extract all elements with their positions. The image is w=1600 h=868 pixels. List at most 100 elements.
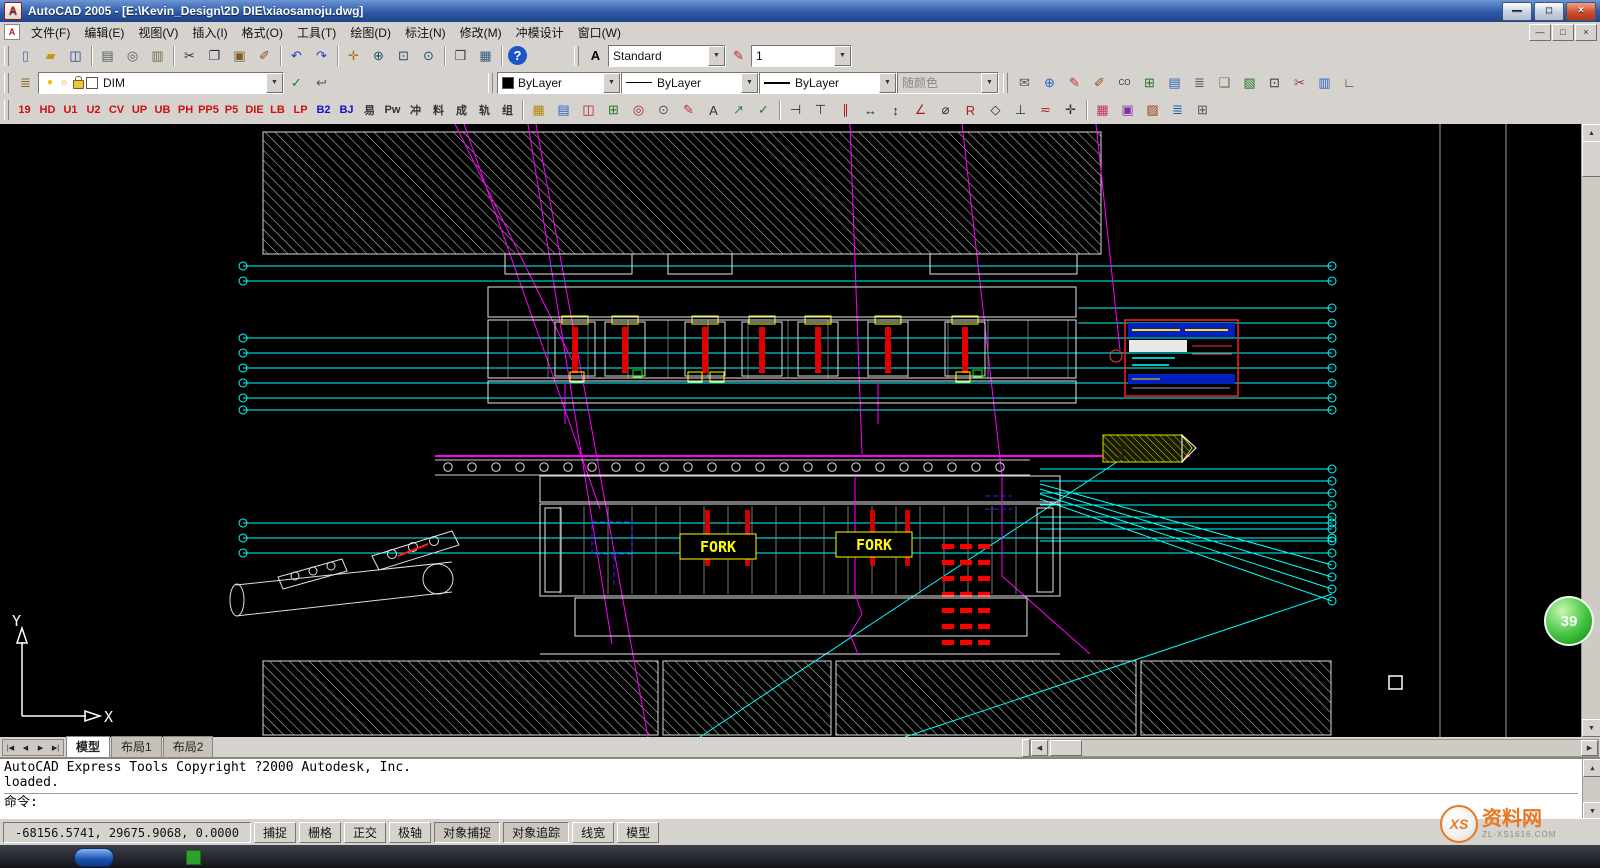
- mdi-restore-button[interactable]: □: [1552, 24, 1574, 41]
- dim-baseline-icon[interactable]: ≂: [1033, 98, 1058, 122]
- die-tool-button[interactable]: UP: [128, 100, 151, 120]
- status-toggle[interactable]: 正交: [344, 822, 386, 843]
- dim-perpendicular-icon[interactable]: ⊥: [1008, 98, 1033, 122]
- strip-layout-icon[interactable]: ▤: [551, 98, 576, 122]
- vertical-scrollbar[interactable]: ▲ ▼: [1581, 124, 1600, 737]
- drawing-canvas[interactable]: FORK FORK: [0, 124, 1582, 737]
- co-icon[interactable]: CO: [1112, 71, 1137, 95]
- die-tool-button[interactable]: 易: [358, 100, 381, 120]
- table2-icon[interactable]: ▦: [1090, 98, 1115, 122]
- command-scroll-up[interactable]: ▲: [1583, 759, 1600, 777]
- scale-combo[interactable]: 1 ▼: [751, 45, 852, 67]
- ucs-dialog-icon[interactable]: ∟: [1337, 71, 1362, 95]
- edit-pencil-icon[interactable]: ✎: [676, 98, 701, 122]
- leader-icon[interactable]: ↗: [726, 98, 751, 122]
- die-tool-button[interactable]: 料: [427, 100, 450, 120]
- hatch-icon[interactable]: ▨: [1140, 98, 1165, 122]
- die-tool-button[interactable]: 成: [450, 100, 473, 120]
- menu-item[interactable]: 视图(V): [131, 22, 185, 43]
- toolbar-grip[interactable]: [574, 46, 579, 66]
- chevron-down-icon[interactable]: ▼: [708, 46, 725, 66]
- designcenter-icon[interactable]: ▦: [473, 44, 498, 68]
- layer2-icon[interactable]: ≣: [1165, 98, 1190, 122]
- sun-icon[interactable]: ☼: [57, 75, 71, 91]
- zoom-realtime-icon[interactable]: ⊕: [366, 44, 391, 68]
- dim-center-icon[interactable]: ◇: [983, 98, 1008, 122]
- linetype-combo[interactable]: ByLayer ▼: [621, 72, 759, 94]
- status-toggle[interactable]: 栅格: [299, 822, 341, 843]
- die-tool-button[interactable]: Pw: [381, 100, 404, 120]
- dim-scale-icon[interactable]: ✎: [726, 44, 751, 68]
- pan-icon[interactable]: ✛: [341, 44, 366, 68]
- die-tool-button[interactable]: 冲: [404, 100, 427, 120]
- tab-nav-button[interactable]: ▶: [33, 740, 48, 755]
- text-tool-icon[interactable]: A: [701, 98, 726, 122]
- layer-previous-icon[interactable]: ↩: [309, 71, 334, 95]
- hyperlink-icon[interactable]: ⊕: [1037, 71, 1062, 95]
- chevron-down-icon[interactable]: ▼: [834, 46, 851, 66]
- zoom-previous-icon[interactable]: ⊙: [416, 44, 441, 68]
- maximize-button[interactable]: □: [1534, 2, 1564, 21]
- bulb-on-icon[interactable]: ●: [43, 75, 57, 91]
- menu-item[interactable]: 绘图(D): [343, 22, 398, 43]
- status-toggle[interactable]: 捕捉: [254, 822, 296, 843]
- start-button[interactable]: [74, 848, 114, 867]
- die-tool-button[interactable]: PH: [174, 100, 197, 120]
- pierce-icon[interactable]: ◎: [626, 98, 651, 122]
- publish-icon[interactable]: ▥: [145, 44, 170, 68]
- die-tool-button[interactable]: 19: [13, 100, 36, 120]
- status-toggle[interactable]: 极轴: [389, 822, 431, 843]
- table-icon[interactable]: ▤: [1162, 71, 1187, 95]
- die-tool-button[interactable]: HD: [36, 100, 59, 120]
- layout-tab-2[interactable]: 布局2: [163, 736, 214, 757]
- tab-nav-button[interactable]: |◀: [3, 740, 18, 755]
- toolbar-grip[interactable]: [1003, 73, 1008, 93]
- block2-icon[interactable]: ▣: [1115, 98, 1140, 122]
- match-properties-icon[interactable]: ✐: [252, 44, 277, 68]
- status-toggle[interactable]: 线宽: [572, 822, 614, 843]
- scroll-right-button[interactable]: ▶: [1581, 740, 1598, 756]
- menu-item[interactable]: 修改(M): [453, 22, 509, 43]
- zoom-window-icon[interactable]: ⊡: [391, 44, 416, 68]
- insert-block-icon[interactable]: ⊞: [601, 98, 626, 122]
- purge-icon[interactable]: ✂: [1287, 71, 1312, 95]
- command-prompt[interactable]: 命令:: [4, 793, 1578, 811]
- toolbar-grip[interactable]: [4, 46, 9, 66]
- undo-icon[interactable]: ↶: [284, 44, 309, 68]
- plot-icon[interactable]: ▤: [95, 44, 120, 68]
- tab-scroll-splitter[interactable]: [1022, 739, 1030, 757]
- horizontal-scrollbar[interactable]: ◀ ▶: [1030, 739, 1599, 757]
- die-tool-button[interactable]: B2: [312, 100, 335, 120]
- minimize-button[interactable]: —: [1502, 2, 1532, 21]
- chevron-down-icon[interactable]: ▼: [603, 73, 620, 93]
- layer-color-swatch[interactable]: [85, 75, 99, 91]
- make-object-layer-current-icon[interactable]: ✓: [284, 71, 309, 95]
- die-tool-button[interactable]: BJ: [335, 100, 358, 120]
- taskbar-app-icon[interactable]: [186, 850, 201, 865]
- horizontal-scroll-thumb[interactable]: [1050, 740, 1082, 756]
- die-tool-button[interactable]: UB: [151, 100, 174, 120]
- coordinate-readout[interactable]: -68156.5741, 29675.9068, 0.0000: [3, 822, 251, 843]
- menu-item[interactable]: 编辑(E): [77, 22, 131, 43]
- scroll-down-button[interactable]: ▼: [1582, 719, 1600, 737]
- menu-item[interactable]: 冲模设计: [509, 22, 571, 43]
- tab-nav-button[interactable]: ▶|: [48, 740, 63, 755]
- new-icon[interactable]: ▯: [13, 44, 38, 68]
- tab-nav-button[interactable]: ◀: [18, 740, 33, 755]
- die-tool-button[interactable]: 组: [496, 100, 519, 120]
- die-tool-button[interactable]: U2: [82, 100, 105, 120]
- die-tool-button[interactable]: U1: [59, 100, 82, 120]
- die-tool-button[interactable]: P5: [220, 100, 243, 120]
- menu-item[interactable]: 工具(T): [290, 22, 343, 43]
- dim-diameter-icon[interactable]: ⌀: [933, 98, 958, 122]
- menu-item[interactable]: 文件(F): [24, 22, 77, 43]
- die-tool-button[interactable]: CV: [105, 100, 128, 120]
- redline-pencil-icon[interactable]: ✎: [1062, 71, 1087, 95]
- save-icon[interactable]: ◫: [63, 44, 88, 68]
- vertical-scroll-thumb[interactable]: [1582, 141, 1600, 177]
- text-style-icon[interactable]: A: [583, 44, 608, 68]
- die-tool-button[interactable]: DIE: [243, 100, 266, 120]
- dim-radius-icon[interactable]: R: [958, 98, 983, 122]
- command-window[interactable]: AutoCAD Express Tools Copyright ?2000 Au…: [0, 757, 1600, 820]
- copy-icon[interactable]: ❐: [202, 44, 227, 68]
